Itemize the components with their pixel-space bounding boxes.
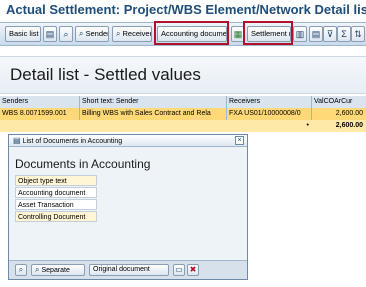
heading-area: Detail list - Settled values bbox=[0, 56, 366, 94]
zoom-icon[interactable]: ⌕ bbox=[15, 264, 27, 276]
receiver-label: Receiver bbox=[122, 29, 152, 38]
receiver-button[interactable]: ⌕ Receiver bbox=[112, 26, 152, 42]
sum-icon[interactable]: Σ bbox=[337, 26, 351, 42]
column-header-short-text[interactable]: Short text: Sender bbox=[80, 96, 227, 108]
separate-button[interactable]: ⌕ Separate bbox=[31, 264, 85, 276]
popup-heading: Documents in Accounting bbox=[15, 157, 151, 171]
table-row[interactable]: WBS 8.0071599.001 Billing WBS with Sales… bbox=[0, 108, 366, 120]
window-title: Actual Settlement: Project/WBS Element/N… bbox=[6, 2, 366, 17]
layout-icon[interactable]: ▤ bbox=[309, 26, 323, 42]
zoom-icon[interactable]: ⌕ bbox=[59, 26, 73, 42]
search-icon: ⌕ bbox=[116, 29, 121, 38]
separate-label: Separate bbox=[41, 267, 70, 274]
grid-icon[interactable]: ▥ bbox=[293, 26, 307, 42]
document-icon[interactable]: ▤ bbox=[43, 26, 57, 42]
highlight-settlement-rule bbox=[243, 21, 293, 45]
column-header-receivers[interactable]: Receivers bbox=[227, 96, 312, 108]
popup-title: List of Documents in Accounting bbox=[22, 138, 123, 145]
basic-list-button[interactable]: Basic list bbox=[5, 26, 41, 42]
list-item-asset-transaction[interactable]: Asset Transaction bbox=[15, 199, 97, 210]
cell-short-text: Billing WBS with Sales Contract and Rela bbox=[80, 108, 227, 120]
total-value: 2,600.00 bbox=[335, 122, 363, 129]
highlight-accounting-documents bbox=[154, 21, 229, 45]
sender-button[interactable]: ⌕ Sender bbox=[75, 26, 109, 42]
cell-value: 2,600.00 bbox=[335, 110, 363, 117]
column-header-value[interactable]: ValCOArCur bbox=[312, 96, 366, 108]
popup-title-bar: ▤ List of Documents in Accounting × bbox=[9, 135, 247, 147]
column-header-senders[interactable]: Senders bbox=[0, 96, 80, 108]
page-heading: Detail list - Settled values bbox=[10, 65, 201, 84]
print-icon[interactable]: ▭ bbox=[173, 264, 185, 276]
search-icon: ⌕ bbox=[79, 29, 84, 38]
sender-label: Sender bbox=[85, 29, 109, 38]
list-icon: ▤ bbox=[13, 136, 21, 145]
close-icon[interactable]: × bbox=[235, 136, 244, 145]
list-item-accounting-document[interactable]: Accounting document bbox=[15, 187, 97, 198]
total-marker: • bbox=[306, 122, 309, 129]
sort-icon[interactable]: ⇅ bbox=[351, 26, 365, 42]
list-item-controlling-document[interactable]: Controlling Document bbox=[15, 211, 97, 222]
total-row: • 2,600.00 bbox=[0, 120, 366, 132]
cancel-icon[interactable]: ✖ bbox=[187, 264, 199, 276]
cell-receiver: FXA US01/10000008/0 bbox=[227, 108, 312, 120]
cell-sender: WBS 8.0071599.001 bbox=[0, 108, 80, 120]
documents-popup: ▤ List of Documents in Accounting × Docum… bbox=[8, 134, 248, 280]
search-icon: ⌕ bbox=[35, 265, 40, 274]
filter-icon[interactable]: ⊽ bbox=[323, 26, 337, 42]
list-header[interactable]: Object type text bbox=[15, 175, 97, 186]
original-document-button[interactable]: Original document bbox=[89, 264, 169, 276]
popup-footer: ⌕ ⌕ Separate Original document ▭ ✖ bbox=[9, 260, 247, 279]
